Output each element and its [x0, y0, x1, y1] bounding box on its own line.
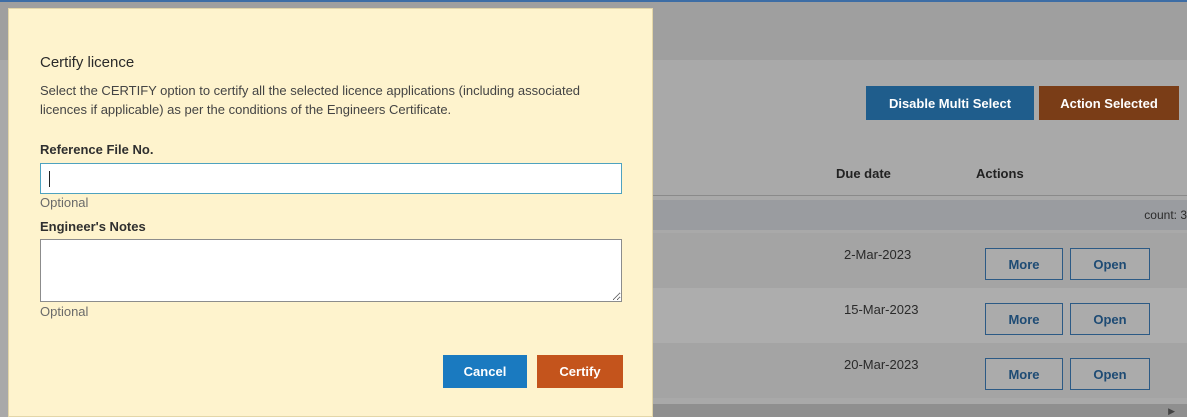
table-row: 2-Mar-2023 More Open [653, 233, 1187, 288]
scroll-right-arrow-icon[interactable]: ▶ [1168, 406, 1175, 417]
engineers-notes-hint: Optional [40, 304, 89, 319]
due-date-cell: 15-Mar-2023 [844, 302, 919, 317]
dialog-description: Select the CERTIFY option to certify all… [40, 83, 581, 117]
more-button[interactable]: More [985, 248, 1063, 280]
engineers-notes-textarea[interactable] [40, 239, 622, 302]
column-header-actions: Actions [976, 166, 1024, 181]
table-row: 15-Mar-2023 More Open [653, 288, 1187, 343]
open-button[interactable]: Open [1070, 358, 1150, 390]
more-button[interactable]: More [985, 358, 1063, 390]
certify-button[interactable]: Certify [537, 355, 623, 388]
reference-file-input[interactable] [40, 163, 622, 194]
cancel-button[interactable]: Cancel [443, 355, 527, 388]
reference-file-hint: Optional [40, 195, 89, 210]
header-divider [653, 195, 1187, 196]
dialog-title: Certify licence [40, 54, 135, 71]
due-date-cell: 2-Mar-2023 [844, 247, 912, 262]
group-row [653, 200, 1187, 230]
reference-file-label: Reference File No. [40, 142, 154, 157]
action-selected-button[interactable]: Action Selected [1039, 86, 1179, 120]
app-frame: Disable Multi Select Action Selected Due… [0, 0, 1187, 417]
horizontal-scrollbar[interactable]: ▶ [653, 404, 1187, 417]
text-cursor [49, 171, 50, 187]
open-button[interactable]: Open [1070, 303, 1150, 335]
column-header-due-date: Due date [836, 166, 891, 181]
disable-multi-select-button[interactable]: Disable Multi Select [866, 86, 1034, 120]
open-button[interactable]: Open [1070, 248, 1150, 280]
more-button[interactable]: More [985, 303, 1063, 335]
due-date-cell: 20-Mar-2023 [844, 357, 919, 372]
row-count: count: 3 [1144, 208, 1187, 222]
certify-licence-dialog: Certify licence Select the CERTIFY optio… [8, 8, 653, 417]
engineers-notes-label: Engineer's Notes [40, 219, 146, 234]
table-row: 20-Mar-2023 More Open [653, 343, 1187, 398]
